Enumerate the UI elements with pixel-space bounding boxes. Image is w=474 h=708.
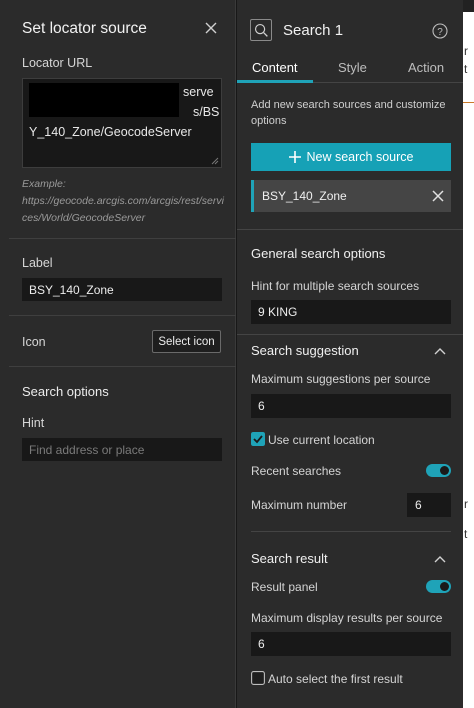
tab-content[interactable]: Content xyxy=(252,60,298,75)
icon-label: Icon xyxy=(22,335,46,349)
recent-searches-label: Recent searches xyxy=(251,464,342,478)
url-fragment: Y_140_Zone/GeocodeServer xyxy=(29,125,192,139)
resize-grip-icon[interactable] xyxy=(211,157,219,165)
close-icon[interactable] xyxy=(203,20,219,36)
hint-label: Hint xyxy=(22,416,45,430)
background-glyph: t xyxy=(464,527,468,541)
max-number-label: Maximum number xyxy=(251,498,348,512)
example-text: Example: https://geocode.arcgis.com/arcg… xyxy=(22,176,227,227)
svg-text:?: ? xyxy=(437,27,443,38)
example-label: Example: xyxy=(22,178,66,190)
result-panel-label: Result panel xyxy=(251,580,318,594)
panel-title: Set locator source xyxy=(22,20,147,37)
label-label: Label xyxy=(22,256,53,270)
remove-source-icon[interactable] xyxy=(431,189,445,203)
intro-text: Add new search sources and customize opt… xyxy=(251,99,446,127)
new-search-source-button[interactable]: New search source xyxy=(251,143,451,171)
max-display-input[interactable]: 6 xyxy=(251,632,451,656)
set-locator-source-panel: Set locator source Locator URL serve s/B… xyxy=(0,0,236,708)
widget-title: Search 1 xyxy=(283,22,344,39)
background-page-edge: r t r t xyxy=(463,0,474,708)
background-glyph: r xyxy=(464,44,468,58)
max-suggestions-input[interactable]: 6 xyxy=(251,394,451,418)
search-result-heading: Search result xyxy=(251,551,328,566)
locator-url-label: Locator URL xyxy=(22,56,93,70)
divider xyxy=(9,366,236,367)
result-panel-toggle[interactable] xyxy=(426,580,451,593)
search-options-heading: Search options xyxy=(22,384,109,399)
recent-searches-toggle[interactable] xyxy=(426,464,451,477)
divider xyxy=(9,238,236,239)
max-suggestions-label: Maximum suggestions per source xyxy=(251,372,431,386)
search-suggestion-heading: Search suggestion xyxy=(251,343,359,358)
divider xyxy=(237,229,463,230)
max-display-label: Maximum display results per source xyxy=(251,611,443,625)
divider xyxy=(251,531,451,532)
select-icon-button[interactable]: Select icon xyxy=(152,330,221,353)
background-header xyxy=(463,0,474,12)
hint-multi-input[interactable]: 9 KING xyxy=(251,300,451,324)
chevron-up-icon[interactable] xyxy=(433,554,447,564)
auto-select-label: Auto select the first result xyxy=(268,672,403,686)
max-number-input[interactable]: 6 xyxy=(407,493,451,517)
auto-select-checkbox[interactable] xyxy=(251,671,265,685)
tab-bar: Content Style Action xyxy=(237,56,463,83)
chevron-up-icon[interactable] xyxy=(433,346,447,356)
label-input[interactable]: BSY_140_Zone xyxy=(22,278,222,301)
help-icon[interactable]: ? xyxy=(432,23,448,39)
tab-action[interactable]: Action xyxy=(408,60,444,75)
active-tab-indicator xyxy=(237,80,313,83)
background-glyph: r xyxy=(464,497,468,511)
divider xyxy=(237,334,463,335)
example-url: https://geocode.arcgis.com/arcgis/rest/s… xyxy=(22,195,224,224)
hint-multi-label: Hint for multiple search sources xyxy=(251,279,420,293)
search-settings-panel: Search 1 ? Content Style Action Add new … xyxy=(237,0,463,708)
hint-input[interactable]: Find address or place xyxy=(22,438,222,461)
general-options-heading: General search options xyxy=(251,246,386,261)
url-fragment: serve xyxy=(183,85,214,99)
divider xyxy=(9,315,236,316)
use-location-label: Use current location xyxy=(268,433,375,447)
plus-icon xyxy=(288,151,301,163)
use-location-checkbox[interactable] xyxy=(251,432,265,446)
tab-style[interactable]: Style xyxy=(338,60,367,75)
background-glyph: t xyxy=(464,62,468,76)
search-source-label: BSY_140_Zone xyxy=(262,189,347,203)
search-widget-icon xyxy=(250,19,272,41)
locator-url-textarea[interactable]: serve s/BS Y_140_Zone/GeocodeServer xyxy=(22,78,222,168)
new-search-source-label: New search source xyxy=(306,150,414,164)
search-source-item[interactable]: BSY_140_Zone xyxy=(251,180,451,212)
redacted-block xyxy=(29,83,179,117)
background-line xyxy=(463,102,474,103)
url-fragment: s/BS xyxy=(193,105,220,119)
